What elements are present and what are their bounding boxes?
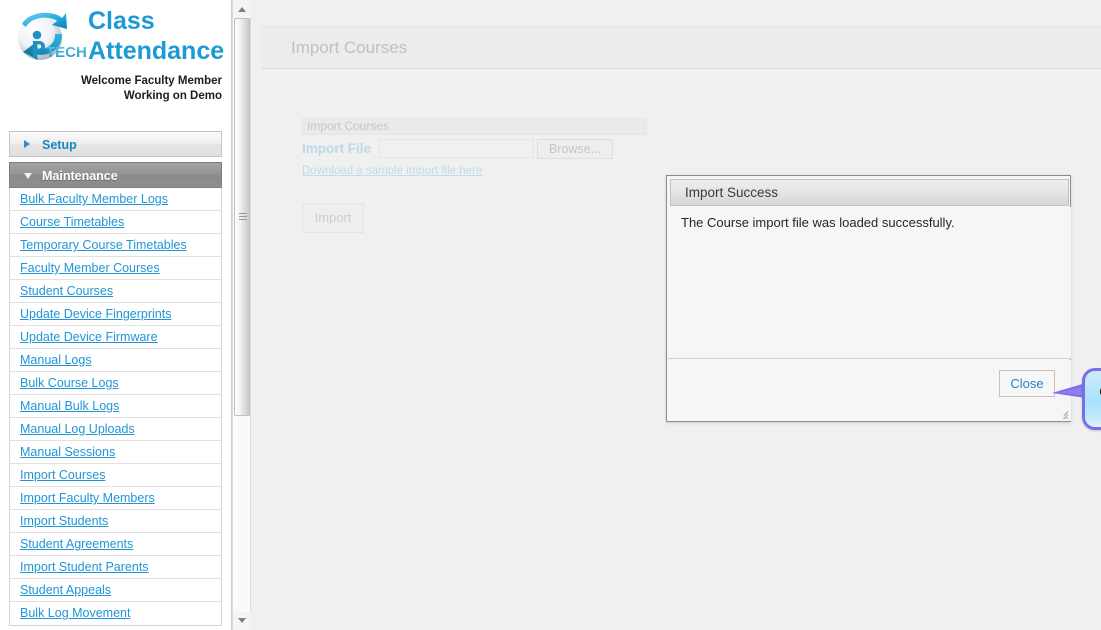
scroll-up-arrow-icon[interactable]: [233, 0, 251, 18]
sidebar-section-maintenance-label: Maintenance: [42, 169, 118, 183]
sidebar-item-label[interactable]: Import Faculty Members: [20, 491, 155, 505]
brand-header: TECH Class Attendance Welcome Faculty Me…: [0, 0, 231, 128]
iptech-globe-logo-icon: TECH: [8, 4, 90, 76]
callout-text: Click on this button to proceed: [1085, 384, 1101, 418]
list-item[interactable]: Bulk Course Logs: [10, 372, 221, 395]
svg-text:TECH: TECH: [46, 44, 87, 61]
sidebar-section-setup[interactable]: Setup: [9, 131, 222, 157]
brand-title-line1: Class: [88, 7, 155, 35]
form-name-field[interactable]: Import Courses: [302, 118, 647, 135]
import-file-label: Import File: [302, 141, 372, 156]
list-item[interactable]: Import Faculty Members: [10, 487, 221, 510]
main-content: Import Courses Import Courses Import Fil…: [252, 0, 1101, 630]
dialog-body: The Course import file was loaded succes…: [668, 207, 1071, 359]
list-item[interactable]: Bulk Faculty Member Logs: [10, 188, 221, 211]
sidebar-item-label[interactable]: Bulk Log Movement: [20, 606, 130, 620]
sidebar-item-label[interactable]: Update Device Firmware: [20, 330, 158, 344]
list-item[interactable]: Import Student Parents: [10, 556, 221, 579]
list-item[interactable]: Import Students: [10, 510, 221, 533]
sidebar-menu-list: Bulk Faculty Member Logs Course Timetable…: [9, 188, 222, 626]
list-item[interactable]: Faculty Member Courses: [10, 257, 221, 280]
list-item[interactable]: Temporary Course Timetables: [10, 234, 221, 257]
list-item[interactable]: Update Device Fingerprints: [10, 303, 221, 326]
scrollbar-track[interactable]: [233, 18, 250, 612]
import-file-input[interactable]: [379, 139, 534, 158]
sidebar-section-setup-label: Setup: [42, 138, 77, 152]
welcome-message-line2: Working on Demo: [123, 90, 222, 102]
triangle-down-icon: [238, 618, 246, 623]
sidebar-item-label[interactable]: Import Students: [20, 514, 108, 528]
page-brand-title: Class Attendance: [88, 6, 228, 66]
sidebar-item-label[interactable]: Update Device Fingerprints: [20, 307, 171, 321]
sidebar-item-label[interactable]: Manual Log Uploads: [20, 422, 135, 436]
dialog-footer: Close: [668, 360, 1071, 421]
sidebar-item-label[interactable]: Bulk Course Logs: [20, 376, 119, 390]
sidebar-section-maintenance[interactable]: Maintenance: [9, 162, 222, 188]
close-button[interactable]: Close: [999, 370, 1055, 397]
import-button[interactable]: Import: [302, 203, 364, 233]
sidebar-item-label[interactable]: Manual Logs: [20, 353, 92, 367]
sidebar-item-label[interactable]: Import Student Parents: [20, 560, 149, 574]
page-vertical-scrollbar[interactable]: [232, 0, 251, 630]
brand-title-line2: Attendance: [88, 37, 225, 65]
callout-pointer-icon: [1052, 383, 1086, 398]
scrollbar-grip-icon: [239, 213, 247, 222]
chevron-down-icon: [24, 173, 32, 179]
list-item[interactable]: Manual Logs: [10, 349, 221, 372]
dialog-message: The Course import file was loaded succes…: [681, 215, 955, 230]
scrollbar-thumb[interactable]: [234, 18, 250, 416]
sidebar-item-label[interactable]: Course Timetables: [20, 215, 124, 229]
list-item[interactable]: Import Courses: [10, 464, 221, 487]
list-item[interactable]: Course Timetables: [10, 211, 221, 234]
sidebar-item-label[interactable]: Faculty Member Courses: [20, 261, 160, 275]
app-window: TECH Class Attendance Welcome Faculty Me…: [0, 0, 1101, 630]
list-item[interactable]: Manual Sessions: [10, 441, 221, 464]
sidebar-item-label[interactable]: Student Courses: [20, 284, 113, 298]
scroll-down-arrow-icon[interactable]: [233, 612, 251, 630]
sidebar-item-label[interactable]: Manual Bulk Logs: [20, 399, 119, 413]
list-item[interactable]: Student Agreements: [10, 533, 221, 556]
sidebar-item-label[interactable]: Student Appeals: [20, 583, 111, 597]
callout-tooltip: Click on this button to proceed: [1082, 368, 1101, 430]
browse-button[interactable]: Browse...: [537, 139, 613, 159]
welcome-message-line1: Welcome Faculty Member: [80, 75, 222, 87]
sidebar: TECH Class Attendance Welcome Faculty Me…: [0, 0, 232, 630]
sidebar-item-label[interactable]: Bulk Faculty Member Logs: [20, 192, 168, 206]
triangle-up-icon: [238, 7, 246, 12]
sidebar-item-label[interactable]: Temporary Course Timetables: [20, 238, 187, 252]
dialog-title: Import Success: [670, 179, 1069, 206]
list-item[interactable]: Bulk Log Movement: [10, 602, 221, 625]
resize-handle-icon[interactable]: [1054, 405, 1068, 419]
list-item[interactable]: Manual Bulk Logs: [10, 395, 221, 418]
list-item[interactable]: Student Appeals: [10, 579, 221, 602]
chevron-right-icon: [24, 140, 30, 148]
sidebar-item-label[interactable]: Student Agreements: [20, 537, 133, 551]
import-success-dialog: Import Success The Course import file wa…: [666, 175, 1071, 422]
list-item[interactable]: Update Device Firmware: [10, 326, 221, 349]
list-item[interactable]: Student Courses: [10, 280, 221, 303]
download-sample-file-link[interactable]: Download a sample import file here: [302, 165, 482, 177]
sidebar-item-label[interactable]: Import Courses: [20, 468, 105, 482]
sidebar-item-label[interactable]: Manual Sessions: [20, 445, 115, 459]
list-item[interactable]: Manual Log Uploads: [10, 418, 221, 441]
